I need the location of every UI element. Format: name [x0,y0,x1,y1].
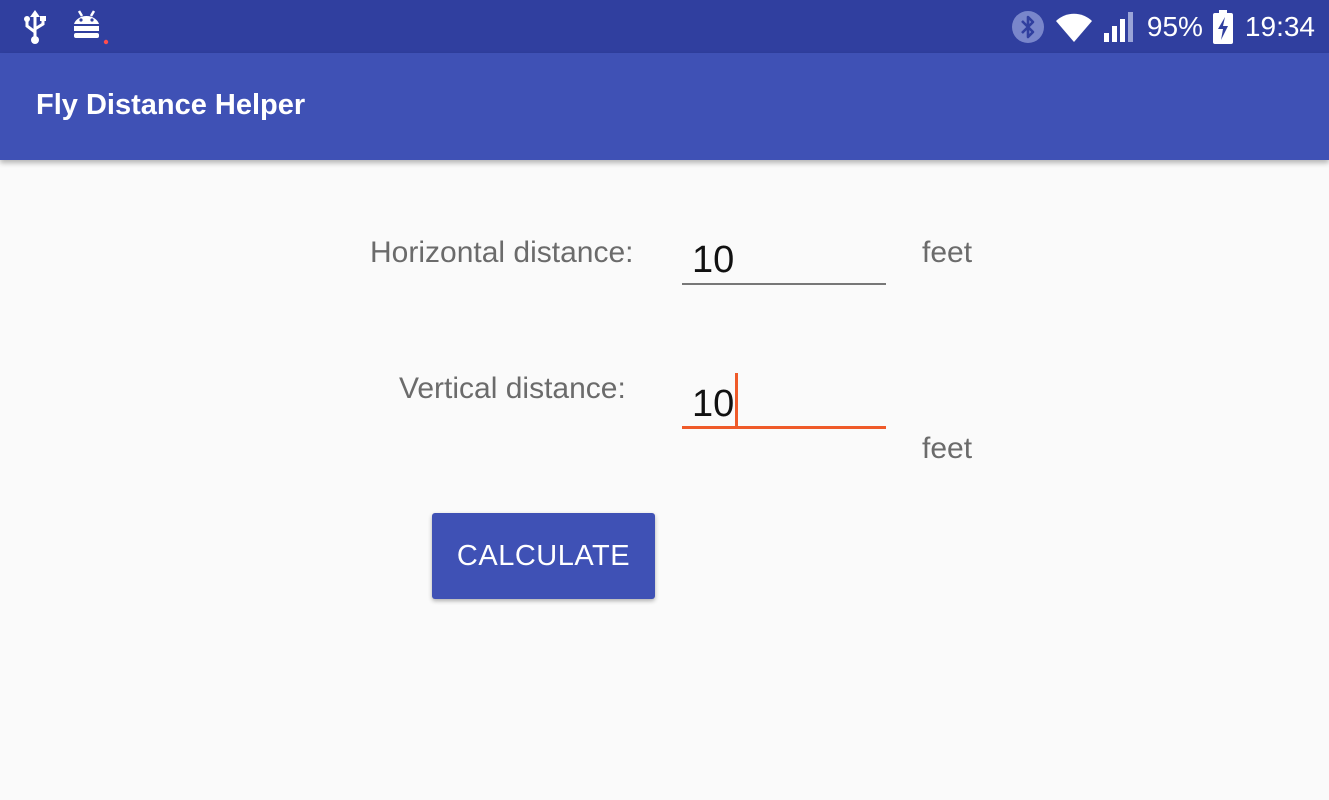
usb-icon [22,10,48,44]
wifi-icon [1055,11,1093,43]
battery-percentage: 95% [1146,11,1203,42]
horizontal-distance-value: 10 [692,239,735,281]
input-underline-focused [682,426,886,429]
battery-charging-icon [1212,10,1233,44]
horizontal-distance-label: Horizontal distance: [370,236,634,269]
notification-icons [22,9,110,45]
horizontal-distance-input[interactable]: 10 [682,225,886,285]
app-title: Fly Distance Helper [36,89,306,121]
bluetooth-icon [1011,10,1045,44]
calculate-button[interactable]: CALCULATE [432,513,655,599]
signal-icon [1103,11,1135,43]
app-bar: Fly Distance Helper [0,53,1329,160]
system-status: 95% 19:34 [1011,8,1315,46]
clock: 19:34 [1244,11,1315,42]
horizontal-unit-label: feet [922,236,973,269]
main-content: Horizontal distance: 10 feet Vertical di… [0,160,1329,800]
vertical-distance-label: Vertical distance: [399,372,626,405]
android-debug-icon [70,9,110,45]
status-bar: 95% 19:34 [0,0,1329,53]
vertical-distance-value: 10 [692,383,735,425]
input-underline [682,283,886,285]
vertical-unit-label: feet [922,432,973,465]
text-cursor [735,373,738,427]
vertical-distance-input[interactable]: 10 [682,369,886,429]
